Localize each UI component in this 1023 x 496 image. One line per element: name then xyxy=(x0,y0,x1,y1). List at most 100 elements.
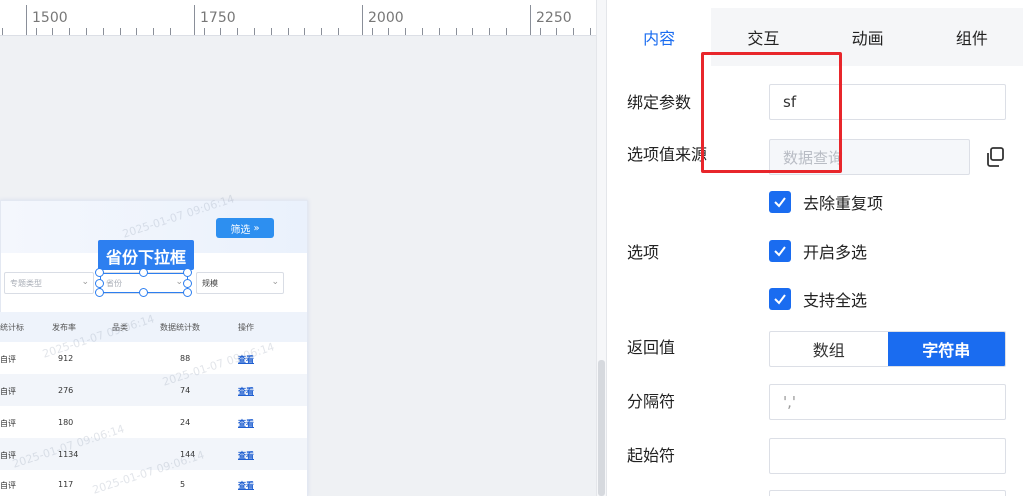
chevron-down-double-icon: » xyxy=(253,222,260,234)
view-link[interactable]: 查看 xyxy=(238,480,254,491)
filter-button-label: 筛选 xyxy=(230,224,251,236)
table-cell: 117 xyxy=(58,480,74,489)
ruler-tick xyxy=(153,28,155,35)
table-row: 自评 117 5 查看 xyxy=(0,470,307,496)
bind-param-value: sf xyxy=(783,93,797,111)
table-row: 自评 180 24 查看 xyxy=(0,406,307,438)
ruler-tick xyxy=(287,28,289,35)
table-cell: 74 xyxy=(180,386,191,395)
ruler-tick xyxy=(194,5,195,35)
resize-handle[interactable] xyxy=(183,279,192,288)
copy-icon[interactable] xyxy=(983,145,1007,169)
properties-panel: 内容 交互 动画 组件 绑定参数 sf 选项值来源 数据查询 去除重复项 选项 … xyxy=(606,0,1023,496)
table-cell: 1134 xyxy=(58,450,79,459)
resize-handle[interactable] xyxy=(95,268,104,277)
scrollbar-thumb[interactable] xyxy=(598,360,605,496)
option-multi-select[interactable]: 开启多选 xyxy=(769,239,867,263)
checkbox-checked-icon[interactable] xyxy=(769,240,791,262)
ruler-tick xyxy=(362,5,363,35)
ruler-tick xyxy=(86,28,87,35)
table-header-cell: 操作 xyxy=(238,323,254,332)
checkbox-checked-icon[interactable] xyxy=(769,191,791,213)
ruler-tick xyxy=(422,28,423,35)
design-canvas[interactable]: 1500 1750 2000 2250 筛选 » 专题类型 ⌄ 省份 ⌄ 规模 … xyxy=(0,0,596,496)
option-select-all[interactable]: 支持全选 xyxy=(769,287,867,311)
ruler-tick xyxy=(254,28,255,35)
ruler-label: 1750 xyxy=(200,10,236,26)
option-label: 开启多选 xyxy=(803,243,868,262)
tab-animation[interactable]: 动画 xyxy=(816,8,920,66)
ruler-tick xyxy=(220,28,222,35)
tab-component[interactable]: 组件 xyxy=(920,8,1023,66)
dropdown-topic-type[interactable]: 专题类型 ⌄ xyxy=(4,272,94,294)
table-row: 自评 1134 144 查看 xyxy=(0,438,307,470)
checkbox-checked-icon[interactable] xyxy=(769,288,791,310)
tab-content[interactable]: 内容 xyxy=(607,8,712,66)
option-source-input[interactable]: 数据查询 xyxy=(769,139,970,175)
ruler-tick xyxy=(506,28,507,35)
ruler-label: 2000 xyxy=(368,10,404,26)
resize-handle[interactable] xyxy=(95,288,104,297)
resize-handle[interactable] xyxy=(183,268,192,277)
view-link[interactable]: 查看 xyxy=(238,418,254,429)
dropdown-placeholder: 规模 xyxy=(202,278,218,288)
return-array-option[interactable]: 数组 xyxy=(770,332,888,366)
table-cell: 5 xyxy=(180,480,186,489)
table-cell: 912 xyxy=(58,354,74,363)
ruler-tick xyxy=(556,28,558,35)
table-header-cell: 品类 xyxy=(112,323,128,332)
option-dedupe[interactable]: 去除重复项 xyxy=(769,190,883,214)
option-label: 支持全选 xyxy=(803,291,868,310)
ruler-tick xyxy=(2,28,3,35)
ruler-tick xyxy=(472,28,474,35)
tab-interaction[interactable]: 交互 xyxy=(711,8,815,66)
next-field-input[interactable] xyxy=(769,490,1006,496)
ruler-tick xyxy=(26,5,27,35)
resize-handle[interactable] xyxy=(95,279,104,288)
ruler-tick xyxy=(52,28,54,35)
view-link[interactable]: 查看 xyxy=(238,354,254,365)
resize-handle[interactable] xyxy=(139,288,148,297)
bind-param-input[interactable]: sf xyxy=(769,84,1006,120)
ruler-label: 1500 xyxy=(32,10,68,26)
ruler-tick xyxy=(438,28,440,35)
ruler-tick xyxy=(489,28,491,35)
option-source-placeholder: 数据查询 xyxy=(783,148,844,167)
view-link[interactable]: 查看 xyxy=(238,386,254,397)
canvas-scrollbar[interactable] xyxy=(596,0,606,496)
table-cell: 144 xyxy=(180,450,196,459)
return-string-option[interactable]: 字符串 xyxy=(887,332,1005,366)
dropdown-placeholder: 专题类型 xyxy=(10,278,42,288)
ruler-tick xyxy=(119,28,121,35)
ruler-tick xyxy=(455,28,457,35)
selected-component-label: 省份下拉框 xyxy=(98,240,195,270)
ruler-tick xyxy=(590,28,591,35)
dropdown-scale[interactable]: 规模 ⌄ xyxy=(196,272,284,294)
table-cell: 自评 xyxy=(0,355,16,364)
start-char-label: 起始符 xyxy=(627,446,676,465)
filter-button[interactable]: 筛选 » xyxy=(216,218,274,238)
option-source-label: 选项值来源 xyxy=(627,145,708,164)
start-char-input[interactable] xyxy=(769,438,1006,474)
ruler-tick xyxy=(371,28,373,35)
table-cell: 24 xyxy=(180,418,191,427)
ruler-tick xyxy=(405,28,407,35)
view-link[interactable]: 查看 xyxy=(238,450,254,461)
table-cell: 276 xyxy=(58,386,74,395)
ruler-tick xyxy=(203,28,205,35)
table-header: 统计标 发布率 品类 数据统计数 操作 xyxy=(0,312,307,342)
ruler-tick xyxy=(102,28,104,35)
resize-handle[interactable] xyxy=(139,268,148,277)
table-header-cell: 发布率 xyxy=(52,323,76,332)
ruler-tick xyxy=(338,28,339,35)
ruler-tick xyxy=(35,28,37,35)
return-value-toggle: 数组 字符串 xyxy=(769,331,1006,367)
ruler-tick xyxy=(69,28,71,35)
resize-handle[interactable] xyxy=(183,288,192,297)
ruler-tick xyxy=(539,28,541,35)
table-header-cell: 数据统计数 xyxy=(160,323,200,332)
table-header-cell: 统计标 xyxy=(0,323,24,332)
separator-input[interactable]: ',' xyxy=(769,384,1006,420)
options-label: 选项 xyxy=(627,243,660,262)
table-cell: 自评 xyxy=(0,481,16,490)
